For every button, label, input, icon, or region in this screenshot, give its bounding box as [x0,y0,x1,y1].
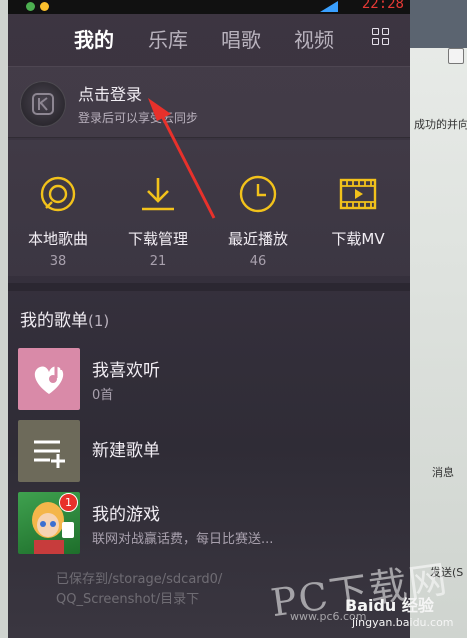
playlist-title: 新建歌单 [92,441,160,461]
window-icon [448,48,464,64]
login-title[interactable]: 点击登录 [78,81,142,105]
playlist-heading-label: 我的歌单 [20,311,88,331]
heart-music-icon [18,348,80,410]
quick-count: 21 [149,254,167,269]
top-navigation: 我的 乐库 唱歌 视频 [8,22,410,58]
app-status-icon [40,2,49,11]
add-playlist-icon [18,420,80,482]
desktop-title-strip [410,0,467,48]
download-icon [142,178,174,211]
quick-label: 下载管理 [127,230,188,248]
playlist-title: 我的游戏 [92,505,160,525]
kugou-logo-icon [32,93,54,115]
tab-sing[interactable]: 唱歌 [221,24,261,53]
game-avatar-icon: 1 [18,492,80,554]
phone-screen: 22:28 我的 乐库 唱歌 视频 点击登录 登录后可以享受云同步 本地歌曲 3… [8,0,410,638]
playlist-heading: 我的歌单(1) [20,306,109,331]
baidu-url: jingyan.baidu.com [352,616,454,629]
quick-access-grid: 本地歌曲 38 下载管理 21 最近播放 46 下载MV [8,140,410,276]
tab-mine[interactable]: 我的 [74,24,114,53]
notification-badge: 1 [59,493,78,512]
tab-library[interactable]: 乐库 [148,24,188,53]
login-panel[interactable]: 点击登录 登录后可以享受云同步 [8,66,410,138]
playlist-count: (1) [88,312,110,330]
status-bar: 22:28 [8,0,410,14]
quick-count: 38 [49,254,67,269]
avatar[interactable] [20,81,66,127]
local-music-button[interactable]: 本地歌曲 38 [8,140,108,276]
quick-label: 最近播放 [227,230,288,248]
recent-play-button[interactable]: 最近播放 46 [208,140,308,276]
playlist-item-new[interactable]: 新建歌单 [8,416,410,486]
desktop-message-label: 消息 [432,466,454,479]
playlist-item-games[interactable]: 1 我的游戏 联网对战赢话费，每日比赛送... [8,488,410,558]
quick-label: 下载MV [331,230,385,248]
grid-menu-icon[interactable] [372,28,390,46]
tab-video[interactable]: 视频 [294,24,334,53]
section-divider [8,283,410,291]
playlist-item-favorites[interactable]: 我喜欢听 0首 [8,344,410,414]
playlist-title: 我喜欢听 [92,361,160,381]
status-time: 22:28 [361,0,404,12]
baidu-logo: Baidu 经验 [345,596,434,615]
local-music-icon [40,176,76,212]
app-status-icon [26,2,35,11]
clock-icon [239,175,277,213]
download-manager-button[interactable]: 下载管理 21 [108,140,208,276]
signal-icon [320,1,338,12]
playlist-subtitle: 联网对战赢话费，每日比赛送... [92,532,274,547]
mv-film-icon [339,178,377,210]
quick-count: 46 [249,254,267,269]
login-subtitle: 登录后可以享受云同步 [78,111,199,125]
playlist-subtitle: 0首 [92,388,114,403]
desktop-background: 成功的并向· 消息 发送(S [410,0,467,638]
quick-label: 本地歌曲 [27,230,88,248]
download-mv-button[interactable]: 下载MV [308,140,408,276]
desktop-text-fragment: 成功的并向· [414,118,467,131]
